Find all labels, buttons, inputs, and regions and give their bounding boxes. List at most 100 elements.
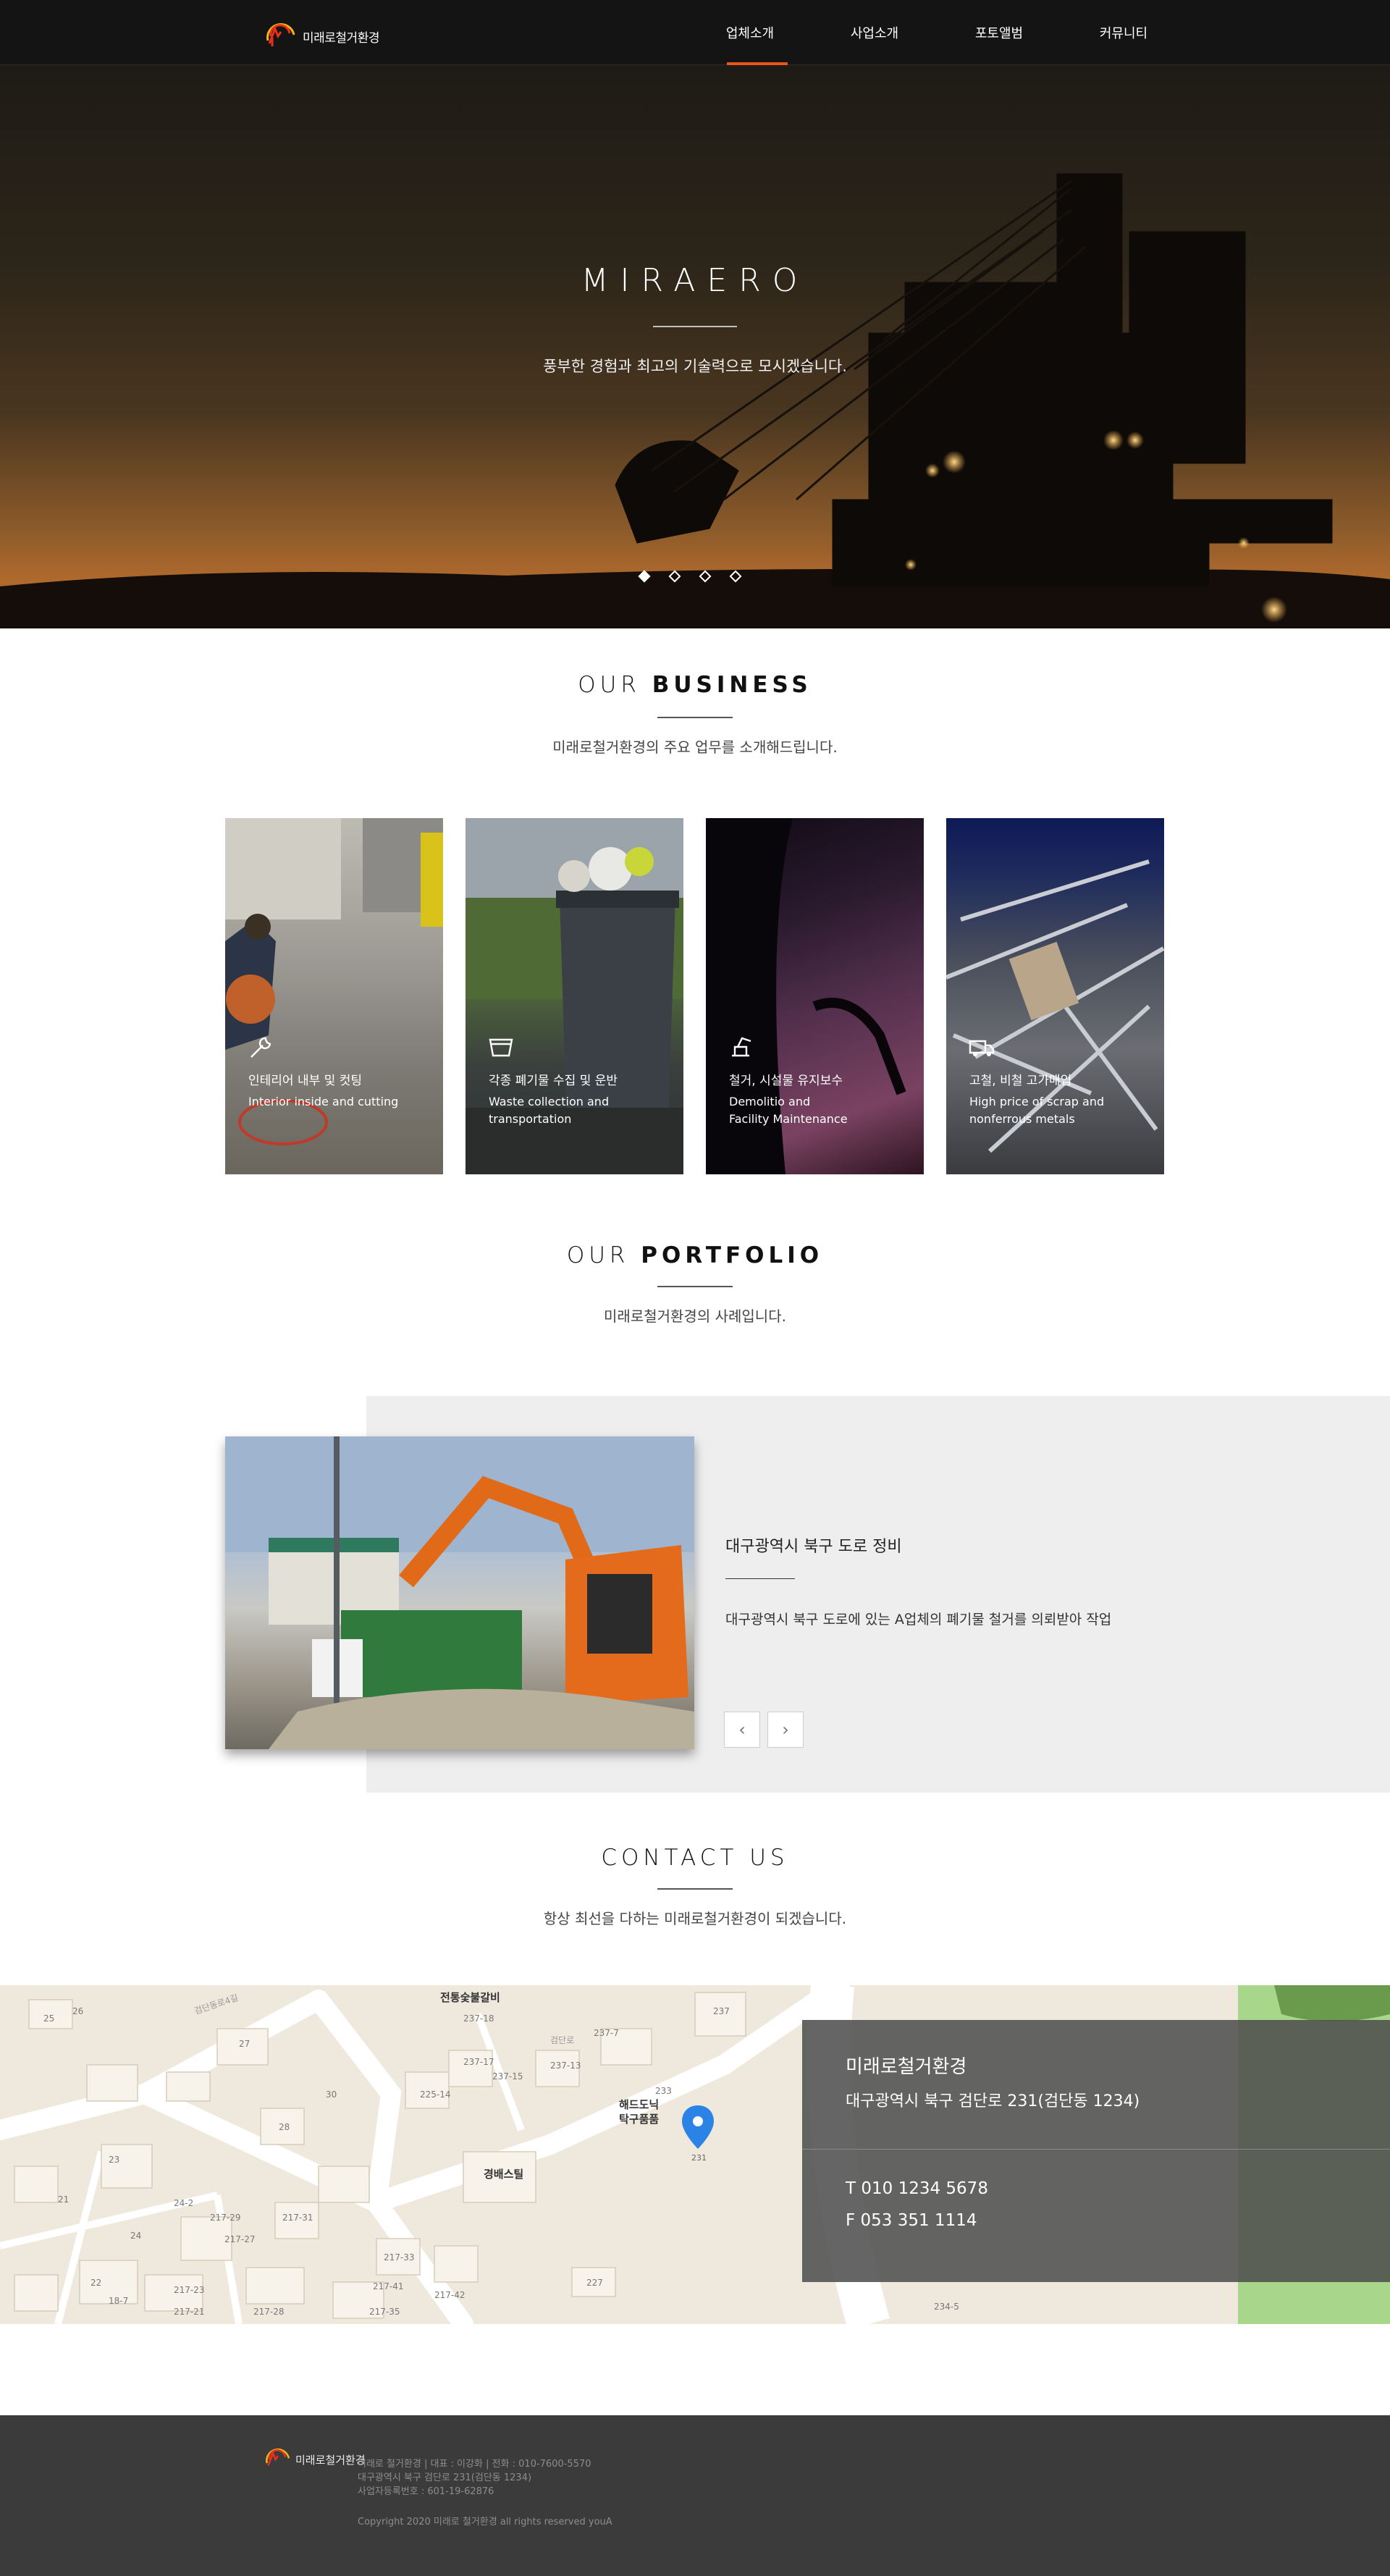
svg-text:23: 23 <box>109 2155 119 2165</box>
site-footer: 미래로철거환경 미래로 철거환경 | 대표 : 이강화 | 전화 : 010-7… <box>0 2415 1390 2576</box>
card-photo-cutting <box>225 818 443 1145</box>
nav-item-community[interactable]: 커뮤니티 <box>1061 0 1186 65</box>
map-label-road-2: 검단로 <box>550 2035 574 2045</box>
svg-text:21: 21 <box>58 2194 69 2205</box>
svg-text:237: 237 <box>713 2006 730 2016</box>
site-header: 미래로철거환경 업체소개 사업소개 포토앨범 커뮤니티 <box>0 0 1390 65</box>
contact-fax: F 053 351 1114 <box>846 2211 977 2230</box>
portfolio-photo-excavator <box>225 1436 694 1749</box>
hero-subtitle: 풍부한 경험과 최고의 기술력으로 모시겠습니다. <box>543 358 847 375</box>
footer-logo[interactable]: 미래로철거환경 <box>262 2438 366 2473</box>
svg-text:237-13: 237-13 <box>550 2061 581 2071</box>
svg-text:233: 233 <box>655 2086 672 2096</box>
map-label-road-1: 검단동로4길 <box>193 1992 240 2016</box>
hero-excavator-image <box>0 173 1390 628</box>
business-section-title: OUR BUSINESS <box>0 672 1390 698</box>
hero-banner: MIRAERO 풍부한 경험과 최고의 기술력으로 모시겠습니다. <box>0 65 1390 628</box>
svg-text:217-21: 217-21 <box>174 2307 205 2317</box>
excavator-icon <box>732 1037 751 1057</box>
card-title-ko: 인테리어 내부 및 컷팅 <box>248 1074 362 1088</box>
svg-text:217-31: 217-31 <box>282 2213 313 2223</box>
map-label-restaurant: 전통숯불갈비 <box>440 1991 500 2004</box>
slider-dots <box>638 570 742 583</box>
footer-info-line-2: 대구광역시 북구 검단로 231(검단동 1234) <box>358 2472 532 2483</box>
footer-copyright: Copyright 2020 미래로 철거환경 all rights reser… <box>358 2517 612 2527</box>
bin-icon <box>489 1038 513 1057</box>
svg-text:234-5: 234-5 <box>934 2302 959 2312</box>
portfolio-subtitle: 미래로철거환경의 사례입니다. <box>604 1308 786 1325</box>
nav-item-business[interactable]: 사업소개 <box>812 0 937 65</box>
map-label-pingpong-2: 탁구품품 <box>619 2113 659 2126</box>
slider-dot-2[interactable] <box>668 570 681 583</box>
portfolio-item-divider <box>725 1578 795 1579</box>
wrench-icon <box>250 1037 271 1058</box>
site-logo[interactable]: 미래로철거환경 <box>262 10 379 54</box>
svg-text:217-28: 217-28 <box>253 2307 285 2317</box>
card-title-en: High price of scrap and nonferrous metal… <box>969 1095 1105 1126</box>
map-label-pingpong: 해드도닉 <box>619 2098 659 2111</box>
svg-text:28: 28 <box>279 2122 290 2132</box>
portfolio-next-button[interactable]: › <box>767 1712 804 1748</box>
contact-address: 대구광역시 북구 검단로 231(검단동 1234) <box>846 2092 1140 2110</box>
svg-text:217-27: 217-27 <box>224 2234 256 2244</box>
svg-text:237-7: 237-7 <box>594 2028 619 2038</box>
svg-text:24-2: 24-2 <box>174 2198 193 2208</box>
logo-text: 미래로철거환경 <box>303 30 379 46</box>
svg-text:26: 26 <box>72 2006 83 2016</box>
footer-info-line-1: 미래로 철거환경 | 대표 : 이강화 | 전화 : 010-7600-5570 <box>358 2459 591 2470</box>
svg-text:237-18: 237-18 <box>463 2013 494 2024</box>
business-card-waste[interactable]: 각종 폐기물 수집 및 운반 Waste collection and tran… <box>466 818 683 1174</box>
business-card-interior[interactable]: 인테리어 내부 및 컷팅 Interior inside and cutting <box>225 818 443 1174</box>
contact-divider <box>657 1888 733 1890</box>
map-marker-label: 231 <box>691 2153 707 2163</box>
slider-dot-1[interactable] <box>638 570 651 583</box>
card-title-ko: 각종 폐기물 수집 및 운반 <box>489 1074 618 1088</box>
map-marker-icon[interactable]: 231 <box>682 2105 714 2163</box>
svg-text:217-41: 217-41 <box>373 2281 404 2291</box>
card-title-en: Waste collection and transportation <box>489 1095 610 1126</box>
contact-divider-line <box>802 2149 1390 2150</box>
hero-title: MIRAERO <box>581 262 809 299</box>
nav-item-photo-album[interactable]: 포토앨범 <box>937 0 1061 65</box>
card-title-en: Demolitio and Facility Maintenance <box>729 1095 848 1126</box>
svg-text:27: 27 <box>239 2039 250 2049</box>
contact-phone: T 010 1234 5678 <box>846 2179 988 2198</box>
hero-divider <box>653 326 737 327</box>
portfolio-section-title: OUR PORTFOLIO <box>0 1242 1390 1268</box>
business-title-light: OUR <box>578 672 652 698</box>
svg-text:237-15: 237-15 <box>492 2071 523 2082</box>
portfolio-prev-button[interactable]: ‹ <box>724 1712 760 1748</box>
card-title-ko: 철거, 시설물 유지보수 <box>729 1074 843 1088</box>
slider-dot-3[interactable] <box>699 570 712 583</box>
svg-text:217-33: 217-33 <box>384 2252 415 2263</box>
card-title-en: Interior inside and cutting <box>248 1095 399 1108</box>
footer-logo-text: 미래로철거환경 <box>295 2453 366 2467</box>
svg-text:22: 22 <box>90 2278 101 2288</box>
contact-section-title: CONTACT US <box>601 1845 789 1871</box>
portfolio-item-title: 대구광역시 북구 도로 정비 <box>725 1538 902 1556</box>
slider-dot-4[interactable] <box>729 570 742 583</box>
footer-logo-icon <box>266 2449 290 2466</box>
nav-item-company[interactable]: 업체소개 <box>688 0 812 65</box>
business-card-scrap[interactable]: 고철, 비철 고가매입 High price of scrap and nonf… <box>946 818 1164 1174</box>
portfolio-divider <box>657 1286 733 1287</box>
svg-text:217-29: 217-29 <box>210 2213 241 2223</box>
portfolio-title-light: OUR <box>566 1242 641 1268</box>
business-card-demolition[interactable]: 철거, 시설물 유지보수 Demolitio and Facility Main… <box>706 818 924 1174</box>
svg-text:25: 25 <box>43 2013 54 2024</box>
logo-icon <box>266 23 295 46</box>
contact-company-name: 미래로철거환경 <box>846 2056 967 2078</box>
business-divider <box>657 717 733 718</box>
chevron-right-icon: › <box>782 1720 789 1740</box>
svg-text:24: 24 <box>130 2231 141 2241</box>
svg-text:225-14: 225-14 <box>420 2089 451 2100</box>
map-label-steel: 경배스틸 <box>484 2168 523 2181</box>
business-title-bold: BUSINESS <box>652 672 812 698</box>
svg-text:227: 227 <box>586 2278 603 2288</box>
footer-info-line-3: 사업자등록번호 : 601-19-62876 <box>358 2486 494 2497</box>
contact-subtitle: 항상 최선을 다하는 미래로철거환경이 되겠습니다. <box>543 1910 847 1927</box>
portfolio-item-desc: 대구광역시 북구 도로에 있는 A업체의 폐기물 철거를 의뢰받아 작업 <box>725 1612 1112 1628</box>
main-nav: 업체소개 사업소개 포토앨범 커뮤니티 <box>688 0 1186 65</box>
footer-info: 미래로 철거환경 | 대표 : 이강화 | 전화 : 010-7600-5570… <box>358 2457 591 2499</box>
business-subtitle: 미래로철거환경의 주요 업무를 소개해드립니다. <box>552 738 838 756</box>
